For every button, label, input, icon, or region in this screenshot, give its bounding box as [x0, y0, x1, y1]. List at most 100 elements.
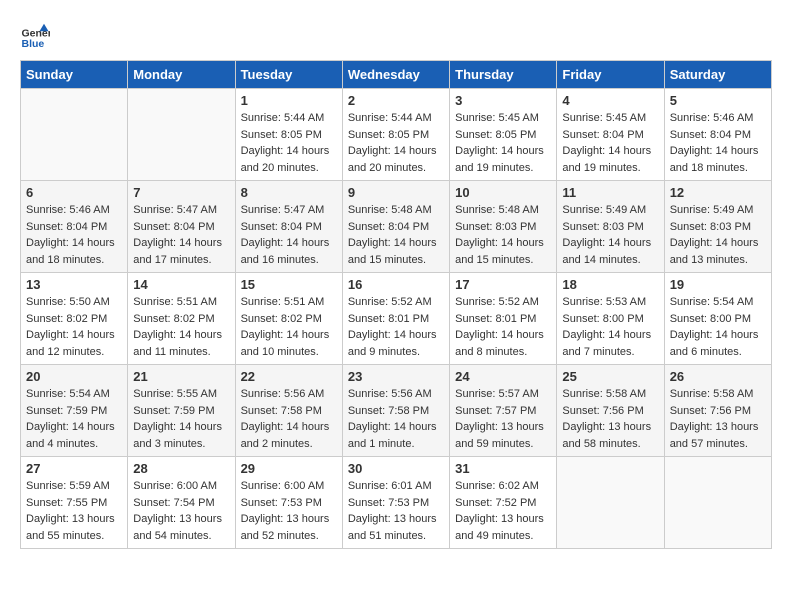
day-number: 18	[562, 277, 658, 292]
day-header-sunday: Sunday	[21, 61, 128, 89]
calendar-cell: 5 Sunrise: 5:46 AMSunset: 8:04 PMDaylight…	[664, 89, 771, 181]
calendar-cell: 15 Sunrise: 5:51 AMSunset: 8:02 PMDayligh…	[235, 273, 342, 365]
header-row: SundayMondayTuesdayWednesdayThursdayFrid…	[21, 61, 772, 89]
day-header-saturday: Saturday	[664, 61, 771, 89]
day-header-thursday: Thursday	[450, 61, 557, 89]
day-info: Sunrise: 6:02 AMSunset: 7:52 PMDaylight:…	[455, 478, 551, 544]
calendar-cell: 25Sunrise: 5:58 AMSunset: 7:56 PMDayligh…	[557, 365, 664, 457]
calendar-cell: 8Sunrise: 5:47 AMSunset: 8:04 PMDaylight…	[235, 181, 342, 273]
calendar-cell: 29 Sunrise: 6:00 AMSunset: 7:53 PMDayligh…	[235, 457, 342, 549]
day-info: Sunrise: 5:47 AMSunset: 8:04 PMDaylight:…	[133, 202, 229, 268]
week-row-5: 27 Sunrise: 5:59 AMSunset: 7:55 PMDayligh…	[21, 457, 772, 549]
calendar-cell: 11 Sunrise: 5:49 AMSunset: 8:03 PMDayligh…	[557, 181, 664, 273]
day-info: Sunrise: 5:52 AMSunset: 8:01 PMDaylight:…	[455, 294, 551, 360]
day-number: 9	[348, 185, 444, 200]
day-info: Sunrise: 5:46 AMSunset: 8:04 PMDaylight:…	[670, 110, 766, 176]
week-row-3: 13 Sunrise: 5:50 AMSunset: 8:02 PMDayligh…	[21, 273, 772, 365]
calendar-cell: 22 Sunrise: 5:56 AMSunset: 7:58 PMDayligh…	[235, 365, 342, 457]
day-number: 12	[670, 185, 766, 200]
day-info: Sunrise: 5:48 AMSunset: 8:04 PMDaylight:…	[348, 202, 444, 268]
day-number: 23	[348, 369, 444, 384]
week-row-2: 6Sunrise: 5:46 AMSunset: 8:04 PMDaylight…	[21, 181, 772, 273]
day-info: Sunrise: 5:44 AMSunset: 8:05 PMDaylight:…	[241, 110, 337, 176]
day-number: 14	[133, 277, 229, 292]
day-info: Sunrise: 6:00 AMSunset: 7:53 PMDaylight:…	[241, 478, 337, 544]
day-info: Sunrise: 5:45 AMSunset: 8:05 PMDaylight:…	[455, 110, 551, 176]
calendar-cell: 17 Sunrise: 5:52 AMSunset: 8:01 PMDayligh…	[450, 273, 557, 365]
day-info: Sunrise: 5:54 AMSunset: 7:59 PMDaylight:…	[26, 386, 122, 452]
day-info: Sunrise: 5:54 AMSunset: 8:00 PMDaylight:…	[670, 294, 766, 360]
calendar-cell: 31 Sunrise: 6:02 AMSunset: 7:52 PMDayligh…	[450, 457, 557, 549]
calendar-cell: 19 Sunrise: 5:54 AMSunset: 8:00 PMDayligh…	[664, 273, 771, 365]
calendar-cell	[21, 89, 128, 181]
calendar-cell: 27 Sunrise: 5:59 AMSunset: 7:55 PMDayligh…	[21, 457, 128, 549]
day-number: 17	[455, 277, 551, 292]
day-info: Sunrise: 6:00 AMSunset: 7:54 PMDaylight:…	[133, 478, 229, 544]
calendar-cell	[128, 89, 235, 181]
calendar-cell: 1Sunrise: 5:44 AMSunset: 8:05 PMDaylight…	[235, 89, 342, 181]
calendar-header: SundayMondayTuesdayWednesdayThursdayFrid…	[21, 61, 772, 89]
calendar-cell: 13 Sunrise: 5:50 AMSunset: 8:02 PMDayligh…	[21, 273, 128, 365]
day-number: 27	[26, 461, 122, 476]
calendar-cell: 6Sunrise: 5:46 AMSunset: 8:04 PMDaylight…	[21, 181, 128, 273]
day-number: 16	[348, 277, 444, 292]
day-info: Sunrise: 5:57 AMSunset: 7:57 PMDaylight:…	[455, 386, 551, 452]
calendar-cell	[557, 457, 664, 549]
day-info: Sunrise: 5:55 AMSunset: 7:59 PMDaylight:…	[133, 386, 229, 452]
day-info: Sunrise: 5:44 AMSunset: 8:05 PMDaylight:…	[348, 110, 444, 176]
day-info: Sunrise: 5:49 AMSunset: 8:03 PMDaylight:…	[670, 202, 766, 268]
calendar-cell: 20 Sunrise: 5:54 AMSunset: 7:59 PMDayligh…	[21, 365, 128, 457]
day-number: 13	[26, 277, 122, 292]
day-number: 3	[455, 93, 551, 108]
day-info: Sunrise: 5:52 AMSunset: 8:01 PMDaylight:…	[348, 294, 444, 360]
calendar-cell: 14 Sunrise: 5:51 AMSunset: 8:02 PMDayligh…	[128, 273, 235, 365]
week-row-4: 20 Sunrise: 5:54 AMSunset: 7:59 PMDayligh…	[21, 365, 772, 457]
day-info: Sunrise: 5:51 AMSunset: 8:02 PMDaylight:…	[133, 294, 229, 360]
day-info: Sunrise: 5:49 AMSunset: 8:03 PMDaylight:…	[562, 202, 658, 268]
day-info: Sunrise: 5:47 AMSunset: 8:04 PMDaylight:…	[241, 202, 337, 268]
page-header: General Blue	[20, 20, 772, 50]
calendar-cell: 24 Sunrise: 5:57 AMSunset: 7:57 PMDayligh…	[450, 365, 557, 457]
day-number: 26	[670, 369, 766, 384]
day-header-wednesday: Wednesday	[342, 61, 449, 89]
calendar-cell: 28Sunrise: 6:00 AMSunset: 7:54 PMDayligh…	[128, 457, 235, 549]
day-number: 15	[241, 277, 337, 292]
calendar-cell: 26Sunrise: 5:58 AMSunset: 7:56 PMDayligh…	[664, 365, 771, 457]
day-number: 2	[348, 93, 444, 108]
logo-icon: General Blue	[20, 20, 50, 50]
calendar-cell: 2 Sunrise: 5:44 AMSunset: 8:05 PMDaylight…	[342, 89, 449, 181]
day-info: Sunrise: 5:56 AMSunset: 7:58 PMDaylight:…	[241, 386, 337, 452]
svg-text:Blue: Blue	[22, 38, 45, 50]
day-header-friday: Friday	[557, 61, 664, 89]
calendar-cell: 4Sunrise: 5:45 AMSunset: 8:04 PMDaylight…	[557, 89, 664, 181]
day-number: 5	[670, 93, 766, 108]
day-number: 31	[455, 461, 551, 476]
day-number: 20	[26, 369, 122, 384]
day-info: Sunrise: 5:48 AMSunset: 8:03 PMDaylight:…	[455, 202, 551, 268]
week-row-1: 1Sunrise: 5:44 AMSunset: 8:05 PMDaylight…	[21, 89, 772, 181]
day-info: Sunrise: 5:53 AMSunset: 8:00 PMDaylight:…	[562, 294, 658, 360]
calendar-cell: 12 Sunrise: 5:49 AMSunset: 8:03 PMDayligh…	[664, 181, 771, 273]
day-info: Sunrise: 5:46 AMSunset: 8:04 PMDaylight:…	[26, 202, 122, 268]
day-info: Sunrise: 5:51 AMSunset: 8:02 PMDaylight:…	[241, 294, 337, 360]
day-info: Sunrise: 5:59 AMSunset: 7:55 PMDaylight:…	[26, 478, 122, 544]
calendar-cell: 30 Sunrise: 6:01 AMSunset: 7:53 PMDayligh…	[342, 457, 449, 549]
day-number: 30	[348, 461, 444, 476]
day-info: Sunrise: 6:01 AMSunset: 7:53 PMDaylight:…	[348, 478, 444, 544]
day-info: Sunrise: 5:50 AMSunset: 8:02 PMDaylight:…	[26, 294, 122, 360]
calendar-cell	[664, 457, 771, 549]
day-number: 24	[455, 369, 551, 384]
day-number: 10	[455, 185, 551, 200]
calendar-cell: 7 Sunrise: 5:47 AMSunset: 8:04 PMDaylight…	[128, 181, 235, 273]
day-number: 22	[241, 369, 337, 384]
calendar-cell: 16 Sunrise: 5:52 AMSunset: 8:01 PMDayligh…	[342, 273, 449, 365]
day-info: Sunrise: 5:45 AMSunset: 8:04 PMDaylight:…	[562, 110, 658, 176]
day-info: Sunrise: 5:58 AMSunset: 7:56 PMDaylight:…	[562, 386, 658, 452]
day-number: 7	[133, 185, 229, 200]
day-number: 11	[562, 185, 658, 200]
day-number: 29	[241, 461, 337, 476]
day-header-tuesday: Tuesday	[235, 61, 342, 89]
day-number: 19	[670, 277, 766, 292]
day-number: 21	[133, 369, 229, 384]
calendar-cell: 18 Sunrise: 5:53 AMSunset: 8:00 PMDayligh…	[557, 273, 664, 365]
